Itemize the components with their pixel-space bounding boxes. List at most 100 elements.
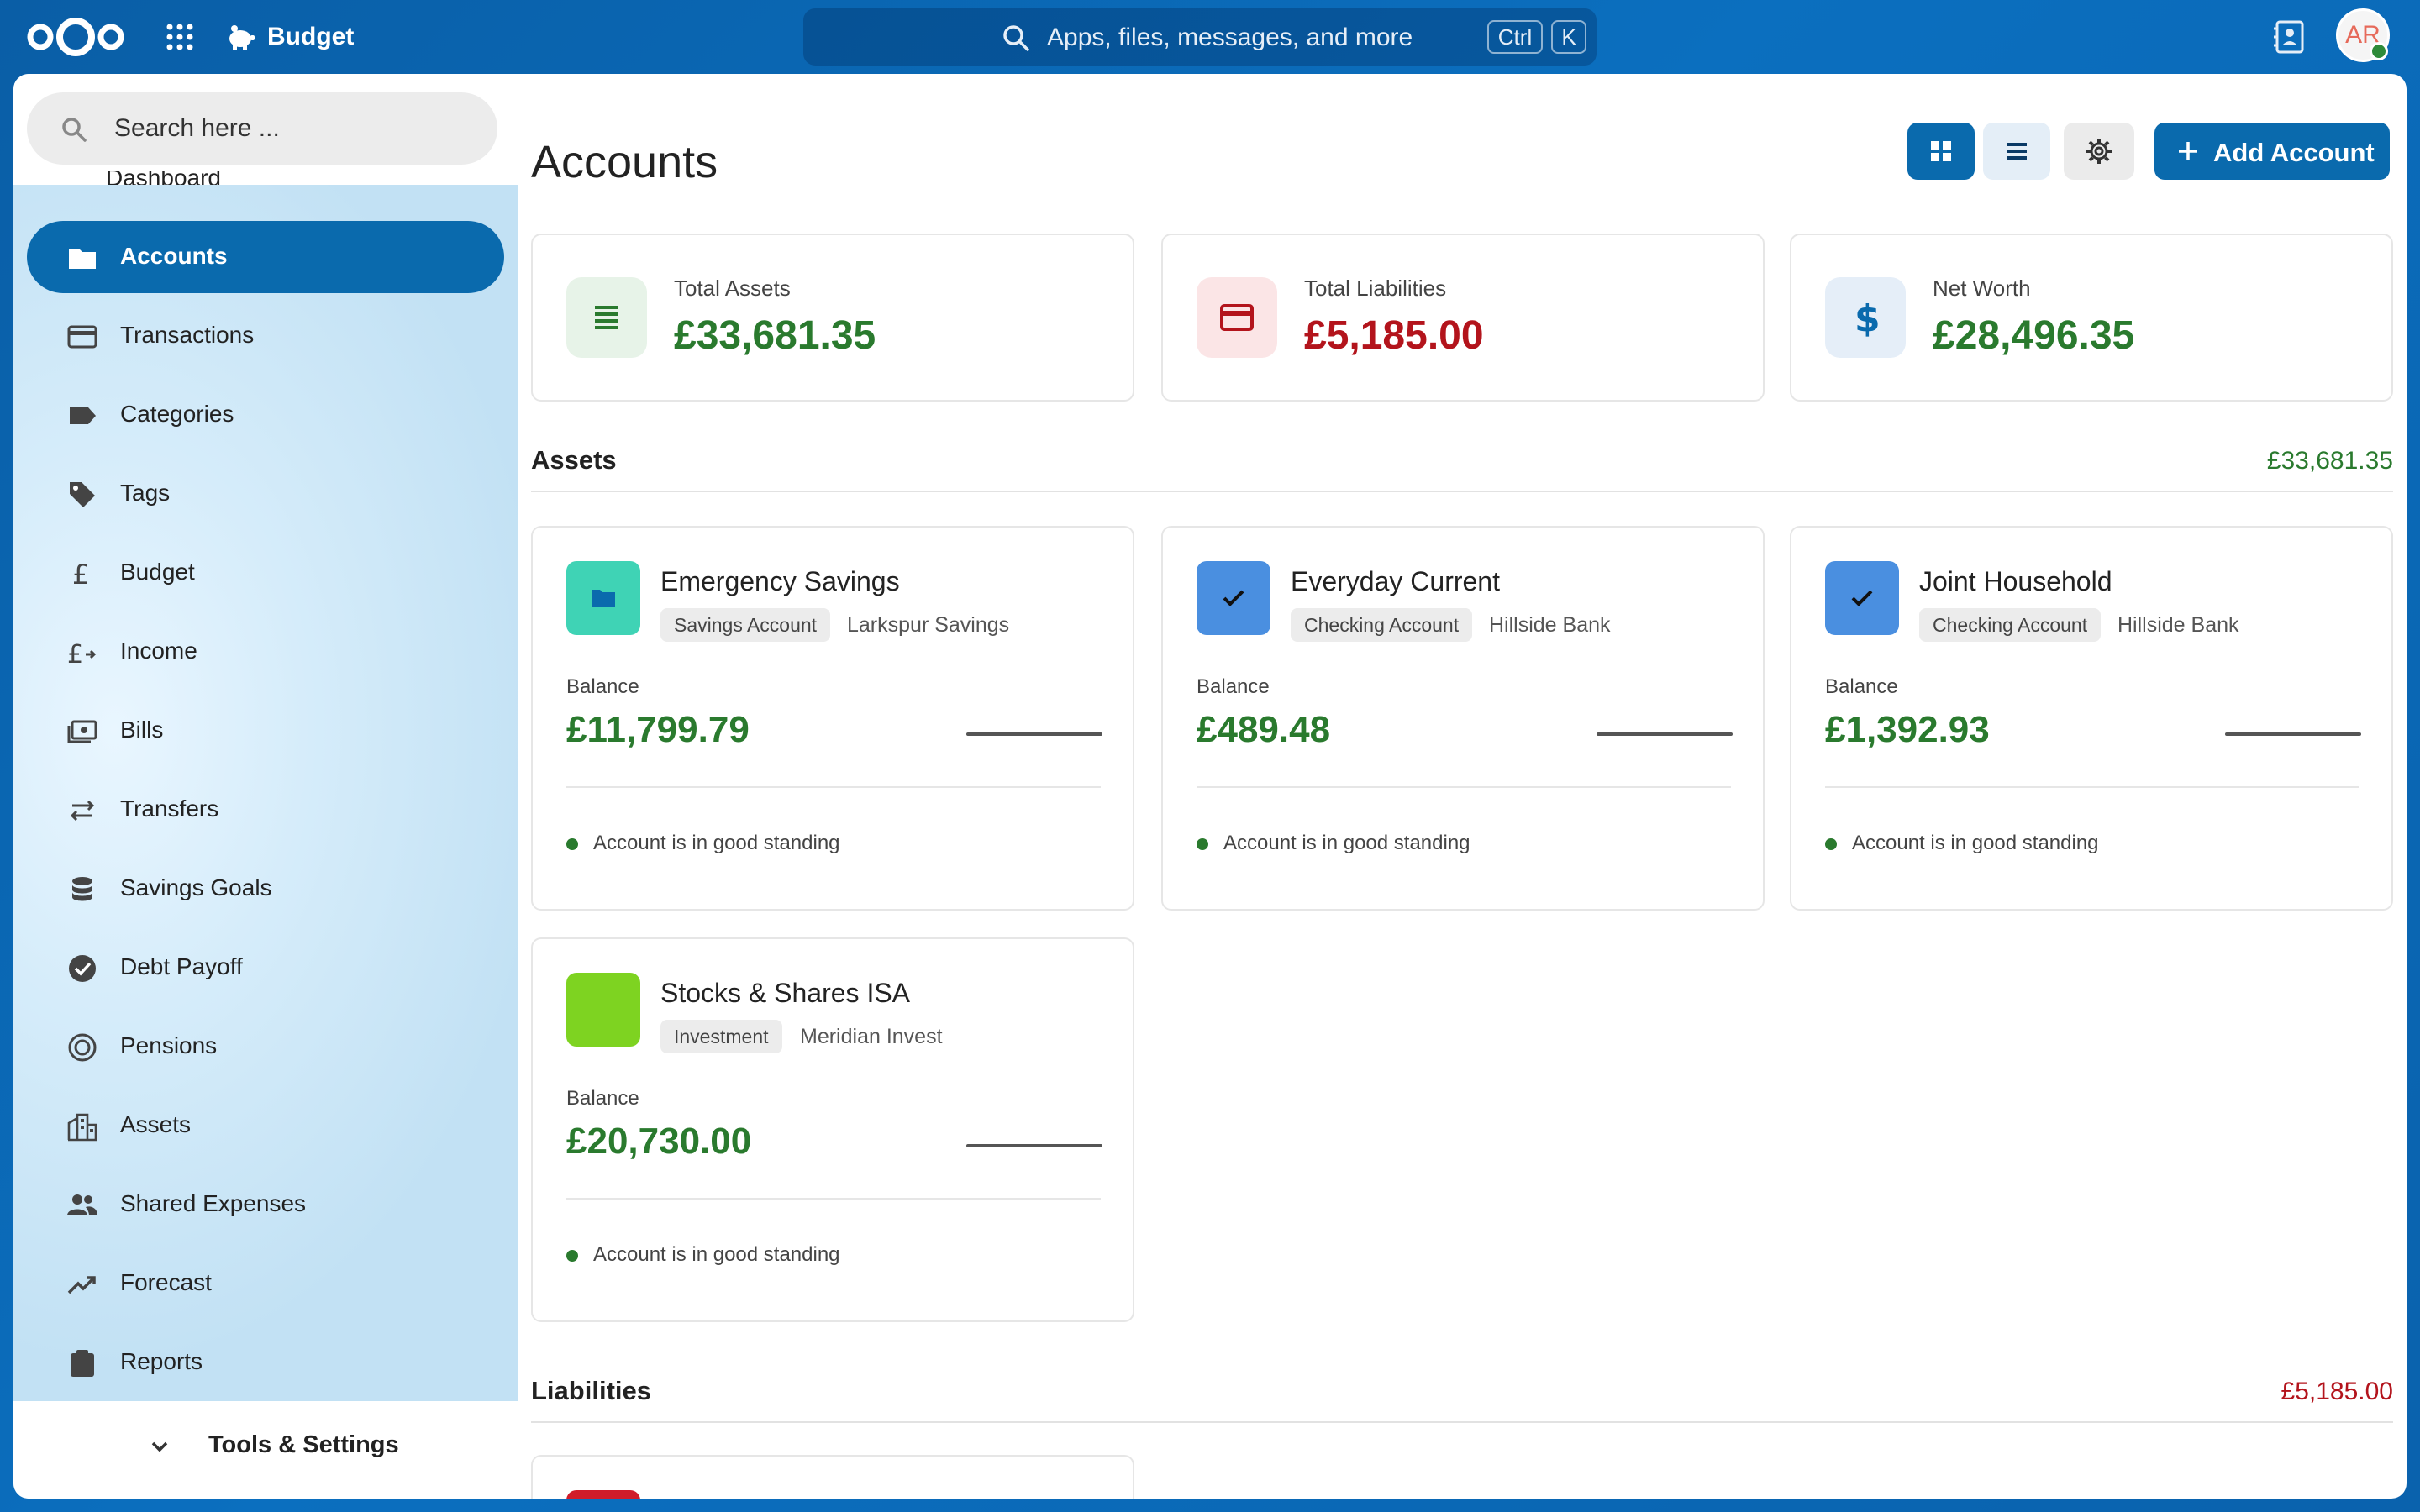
search-icon [62, 118, 87, 142]
balance-sparkline [2225, 732, 2361, 736]
check-circle-icon [69, 955, 96, 982]
pound-arrow-icon: £ [67, 640, 97, 668]
sidebar-item-tags[interactable]: Tags [27, 458, 504, 530]
grid-icon [1931, 141, 1951, 161]
account-type-badge: Savings Account [660, 608, 831, 642]
people-icon [67, 1194, 97, 1215]
assets-section-header: Assets £33,681.35 [531, 440, 2393, 492]
sidebar-item-transactions[interactable]: Transactions [27, 300, 504, 372]
account-balance: £20,730.00 [566, 1121, 752, 1162]
account-balance: £11,799.79 [566, 709, 750, 750]
total-assets-value: £33,681.35 [674, 313, 876, 358]
sidebar-item-savings-goals[interactable]: Savings Goals [27, 853, 504, 925]
trend-icon [67, 1276, 96, 1294]
pound-icon: £ [72, 559, 89, 589]
navigation-search-input[interactable]: Search here ... [27, 92, 497, 165]
apps-grid-icon[interactable] [165, 22, 195, 52]
svg-text:£: £ [67, 640, 83, 668]
account-type-badge: Investment [660, 1020, 782, 1053]
database-icon [72, 877, 92, 901]
page-title: Accounts [531, 137, 718, 187]
grid-view-button[interactable] [1907, 123, 1975, 180]
list-icon [566, 277, 647, 358]
online-status-icon [2370, 42, 2388, 60]
piggy-bank-icon [229, 25, 255, 50]
unified-search[interactable]: Apps, files, messages, and more Ctrl K [803, 8, 1597, 66]
account-card-everyday-current[interactable]: Everyday Current Checking Account Hillsi… [1161, 526, 1765, 911]
status-dot-icon [566, 838, 578, 850]
list-icon [2007, 143, 2027, 160]
gear-icon [2086, 139, 2112, 164]
add-account-button[interactable]: Add Account [2154, 123, 2390, 180]
plus-icon [2179, 142, 2197, 160]
liabilities-section-header: Liabilities £5,185.00 [531, 1371, 2393, 1423]
account-card-stocks-shares-isa[interactable]: Stocks & Shares ISA Investment Meridian … [531, 937, 1134, 1322]
app-name: Budget [267, 23, 355, 50]
search-icon [1003, 25, 1029, 51]
sidebar-item-forecast[interactable]: Forecast [27, 1247, 504, 1320]
cash-icon [67, 720, 97, 743]
contacts-icon[interactable] [2274, 20, 2306, 54]
main-content: Accounts Add Account Total Assets £33,68… [518, 74, 2407, 1499]
unified-search-placeholder: Apps, files, messages, and more [1047, 24, 1413, 51]
account-type-badge: Checking Account [1919, 608, 2102, 642]
total-liabilities-value: £5,185.00 [1304, 313, 1484, 358]
account-card-emergency-savings[interactable]: Emergency Savings Savings Account Larksp… [531, 526, 1134, 911]
account-color-icon [566, 973, 640, 1047]
shortcut-ctrl-key: Ctrl [1487, 20, 1543, 54]
dollar-icon: $ [1825, 277, 1906, 358]
chevron-down-icon [151, 1441, 168, 1452]
assets-section-total: £33,681.35 [2266, 447, 2393, 475]
status-dot-icon [566, 1250, 578, 1262]
total-liabilities-card: Total Liabilities £5,185.00 [1161, 234, 1765, 402]
shortcut-k-key: K [1551, 20, 1586, 54]
liabilities-section-total: £5,185.00 [2281, 1378, 2393, 1405]
app-navigation: Search here ... Dashboard Accounts Trans… [13, 74, 518, 1499]
account-card-joint-household[interactable]: Joint Household Checking Account Hillsid… [1790, 526, 2393, 911]
sidebar-item-transfers[interactable]: Transfers [27, 774, 504, 846]
balance-sparkline [966, 1144, 1102, 1147]
liability-card[interactable] [531, 1455, 1134, 1499]
status-dot-icon [1825, 838, 1837, 850]
sidebar-item-shared-expenses[interactable]: Shared Expenses [27, 1168, 504, 1241]
svg-text:£: £ [72, 559, 89, 589]
tools-settings-label: Tools & Settings [208, 1431, 399, 1458]
tools-settings-toggle[interactable]: Tools & Settings [13, 1401, 518, 1499]
buildings-icon [67, 1113, 97, 1142]
navigation-search-placeholder: Search here ... [114, 114, 280, 142]
account-color-icon [566, 1490, 640, 1499]
top-bar: Budget Apps, files, messages, and more C… [0, 0, 2420, 74]
total-assets-card: Total Assets £33,681.35 [531, 234, 1134, 402]
balance-sparkline [1597, 732, 1733, 736]
folder-icon [566, 561, 640, 635]
sidebar-item-pensions[interactable]: Pensions [27, 1011, 504, 1083]
account-balance: £1,392.93 [1825, 709, 1990, 750]
label-icon [70, 407, 96, 424]
account-type-badge: Checking Account [1291, 608, 1473, 642]
sidebar-item-debt-payoff[interactable]: Debt Payoff [27, 932, 504, 1004]
credit-card-icon [67, 325, 97, 349]
sidebar-item-assets[interactable]: Assets [27, 1089, 504, 1162]
transfer-icon [70, 800, 95, 822]
sidebar-item-bills[interactable]: Bills [27, 695, 504, 767]
status-dot-icon [1197, 838, 1208, 850]
sidebar-item-accounts[interactable]: Accounts [27, 221, 504, 293]
check-icon [1825, 561, 1899, 635]
settings-button[interactable] [2064, 123, 2134, 180]
clipboard-icon [71, 1350, 94, 1377]
nextcloud-logo-icon[interactable] [24, 15, 128, 59]
net-worth-card: $ Net Worth £28,496.35 [1790, 234, 2393, 402]
sidebar-item-reports[interactable]: Reports [27, 1326, 504, 1399]
app-title[interactable]: Budget [225, 17, 354, 57]
list-view-button[interactable] [1983, 123, 2050, 180]
sidebar-item-budget[interactable]: £ Budget [27, 537, 504, 609]
tag-icon [70, 482, 95, 507]
sidebar-item-income[interactable]: £ Income [27, 616, 504, 688]
credit-card-icon [1197, 277, 1277, 358]
check-icon [1197, 561, 1270, 635]
sidebar-item-categories[interactable]: Categories [27, 379, 504, 451]
sidebar-item-dashboard[interactable]: Dashboard [106, 171, 221, 185]
target-icon [68, 1033, 97, 1062]
balance-sparkline [966, 732, 1102, 736]
net-worth-value: £28,496.35 [1933, 313, 2135, 358]
